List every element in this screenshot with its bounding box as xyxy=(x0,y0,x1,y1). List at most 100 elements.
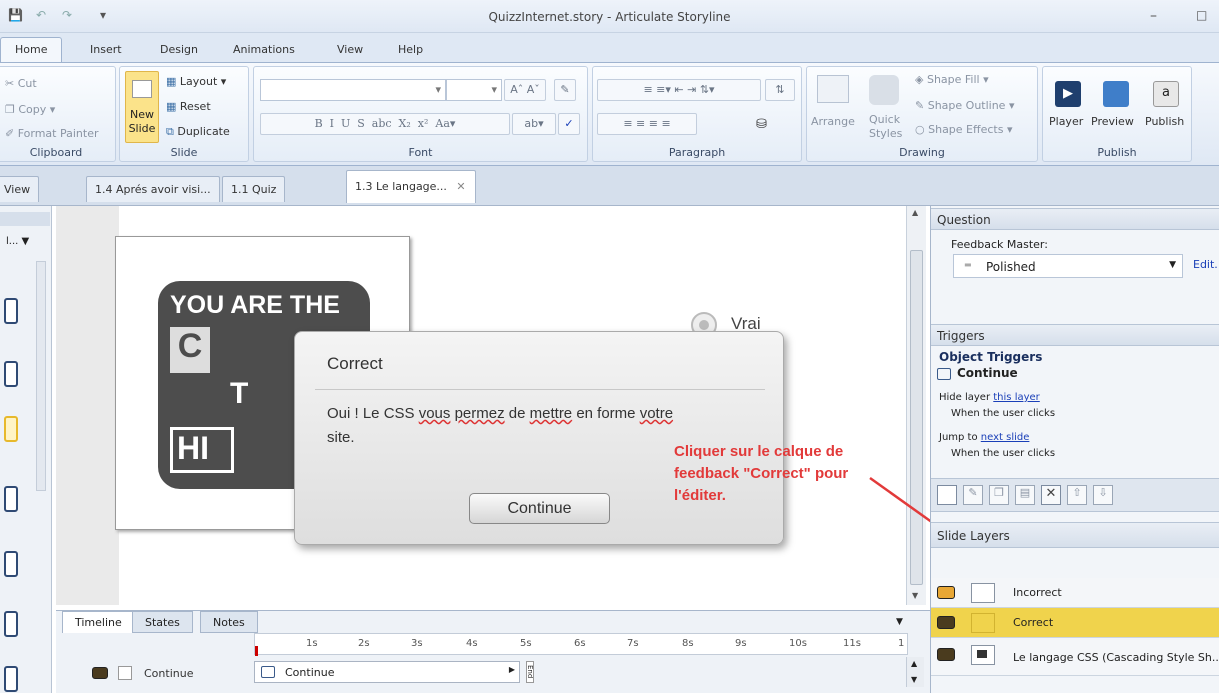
feedback-dialog[interactable]: Correct Oui ! Le CSS vous permez de mett… xyxy=(294,331,784,545)
slide-thumbnail[interactable] xyxy=(4,486,18,512)
time-tick: 1 xyxy=(898,638,905,649)
publish-group-label: Publish xyxy=(1097,146,1137,159)
move-down-icon[interactable]: ⇩ xyxy=(1093,485,1113,505)
timeline-row-label[interactable]: Continue xyxy=(56,661,252,687)
properties-panel: Question Feedback Master: ▬ Polished ▼ E… xyxy=(930,206,1219,693)
edit-master-link[interactable]: Edit. xyxy=(1193,258,1218,271)
shape-outline-label: Shape Outline xyxy=(927,99,1006,112)
player-button[interactable]: Player xyxy=(1049,115,1083,128)
slide-thumbnail[interactable] xyxy=(4,611,18,637)
eye-icon[interactable] xyxy=(92,667,108,679)
player-icon: ▶ xyxy=(1055,81,1081,107)
cut-button[interactable]: ✂ Cut xyxy=(5,77,37,90)
left-scrollbar[interactable] xyxy=(36,261,46,491)
misspelled-word: permez xyxy=(454,405,505,422)
continue-button[interactable]: Continue xyxy=(469,493,610,524)
trigger-target-link[interactable]: this layer xyxy=(993,392,1040,403)
image-text-headline: YOU ARE THE xyxy=(170,291,340,319)
master-thumb-icon: ▬ xyxy=(964,260,972,269)
tab-states[interactable]: States xyxy=(132,611,193,633)
layout-button[interactable]: ▦ Layout ▾ xyxy=(166,75,226,88)
layer-row-correct[interactable]: Correct xyxy=(931,608,1219,638)
eye-icon[interactable] xyxy=(937,616,955,629)
copy-button[interactable]: ❐ Copy ▾ xyxy=(5,103,55,116)
slide-thumbnail-selected[interactable] xyxy=(4,416,18,442)
list-indent-buttons[interactable]: ≡ ≡▾ ⇤ ⇥ ⇅▾ xyxy=(597,79,761,101)
layer-row-base[interactable]: Le langage CSS (Cascading Style Sh... xyxy=(931,640,1219,676)
maximize-button[interactable]: □ xyxy=(1196,8,1207,22)
eye-icon[interactable] xyxy=(937,648,955,661)
tab-slide-1-1[interactable]: 1.1 Quiz xyxy=(222,176,286,202)
tab-help[interactable]: Help xyxy=(398,43,423,56)
tab-slide-1-3[interactable]: 1.3 Le langage... ✕ xyxy=(346,170,476,203)
timeline-scrollbar[interactable]: ▲ ▼ xyxy=(906,657,924,687)
chevron-down-icon[interactable]: ▼ xyxy=(896,617,903,627)
timeline-bar-label: Continue xyxy=(285,666,335,679)
arrange-button[interactable]: Arrange xyxy=(811,115,855,128)
trigger-hide-layer[interactable]: Hide layer this layer xyxy=(939,392,1040,403)
spellcheck-icon[interactable]: ✓ xyxy=(558,113,580,135)
font-size-select[interactable]: ▾ xyxy=(446,79,502,101)
scroll-down-icon[interactable]: ▼ xyxy=(912,591,918,600)
tab-timeline[interactable]: Timeline xyxy=(62,611,135,633)
misspelled-word: mettre xyxy=(529,405,573,422)
shape-fill-button[interactable]: ◈ Shape Fill ▾ xyxy=(915,73,989,86)
trigger-target-link[interactable]: next slide xyxy=(981,432,1030,443)
reset-button[interactable]: ▦ Reset xyxy=(166,100,211,113)
tab-animations[interactable]: Animations xyxy=(233,43,295,56)
quick-styles-label-1[interactable]: Quick xyxy=(869,113,900,126)
eye-icon[interactable] xyxy=(937,586,955,599)
panel-header xyxy=(0,212,50,226)
playhead[interactable] xyxy=(255,646,258,656)
paste-trigger-icon[interactable]: ▤ xyxy=(1015,485,1035,505)
trigger-object[interactable]: Continue xyxy=(937,366,1018,380)
find-icon[interactable]: ⛁ xyxy=(756,117,767,132)
tab-story-view[interactable]: View xyxy=(0,176,40,202)
new-trigger-icon[interactable] xyxy=(937,485,957,505)
slide-thumbnail[interactable] xyxy=(4,551,18,577)
scroll-up-icon[interactable]: ▲ xyxy=(911,659,917,668)
grow-shrink-font-buttons[interactable]: Aˆ Aˇ xyxy=(504,79,546,101)
stage-scrollbar[interactable]: ▲ ▼ xyxy=(906,206,926,605)
trigger-jump-to[interactable]: Jump to next slide xyxy=(939,432,1029,443)
slide-thumbnail[interactable] xyxy=(4,298,18,324)
scroll-up-icon[interactable]: ▲ xyxy=(912,208,918,217)
shape-fill-label: Shape Fill xyxy=(926,73,980,86)
text-direction-icon[interactable]: ⇅ xyxy=(765,79,795,101)
end-marker[interactable]: End xyxy=(526,661,534,683)
scene-dropdown[interactable]: l... ▼ xyxy=(6,236,29,247)
publish-button[interactable]: Publish xyxy=(1145,115,1184,128)
font-family-select[interactable]: ▾ xyxy=(260,79,446,101)
minimize-button[interactable]: – xyxy=(1150,8,1157,24)
alignment-buttons[interactable]: ≡ ≡ ≡ ≡ xyxy=(597,113,697,135)
new-slide-button[interactable]: New Slide xyxy=(125,71,159,143)
slide-thumbnail[interactable] xyxy=(4,361,18,387)
tab-slide-1-4[interactable]: 1.4 Aprés avoir visi... xyxy=(86,176,220,202)
tab-insert[interactable]: Insert xyxy=(90,43,122,56)
copy-trigger-icon[interactable]: ❐ xyxy=(989,485,1009,505)
preview-button[interactable]: Preview xyxy=(1091,115,1134,128)
tab-view[interactable]: View xyxy=(337,43,363,56)
format-painter-button[interactable]: ✐ Format Painter xyxy=(5,127,99,140)
shape-outline-button[interactable]: ✎ Shape Outline ▾ xyxy=(915,99,1015,112)
duplicate-button[interactable]: ⧉ Duplicate xyxy=(166,125,230,139)
delete-trigger-icon[interactable]: ✕ xyxy=(1041,485,1061,505)
slide-thumbnail[interactable] xyxy=(4,666,18,692)
lock-checkbox[interactable] xyxy=(118,666,132,680)
edit-trigger-icon[interactable]: ✎ xyxy=(963,485,983,505)
feedback-master-select[interactable]: ▬ Polished ▼ xyxy=(953,254,1183,278)
tab-home[interactable]: Home xyxy=(0,37,63,64)
font-color-button[interactable] xyxy=(514,113,558,135)
shape-effects-button[interactable]: ○ Shape Effects ▾ xyxy=(915,123,1012,136)
close-icon[interactable]: ✕ xyxy=(456,180,465,193)
clear-formatting-icon[interactable]: ✎ xyxy=(554,79,576,101)
scroll-down-icon[interactable]: ▼ xyxy=(911,675,917,684)
tab-design[interactable]: Design xyxy=(160,43,198,56)
move-up-icon[interactable]: ⇧ xyxy=(1067,485,1087,505)
font-style-buttons[interactable]: B I U S abc X₂ x² Aa▾ xyxy=(260,113,510,135)
timeline-object-bar[interactable]: Continue ▶ xyxy=(254,661,520,683)
triggers-toolbar: ✎ ❐ ▤ ✕ ⇧ ⇩ xyxy=(931,478,1219,512)
layer-row-incorrect[interactable]: Incorrect xyxy=(931,578,1219,608)
scroll-thumb[interactable] xyxy=(910,250,923,585)
tab-notes[interactable]: Notes xyxy=(200,611,258,633)
